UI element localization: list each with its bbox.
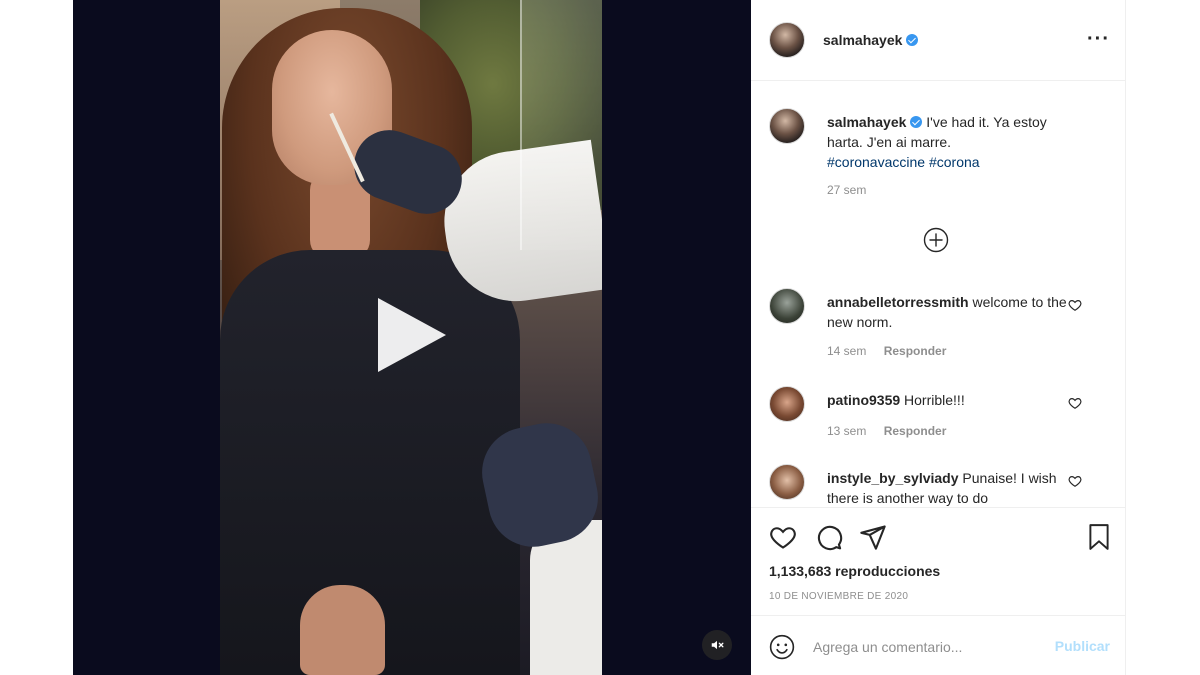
comment-username[interactable]: annabelletorressmith <box>827 294 969 310</box>
post-date[interactable]: 10 DE NOVIEMBRE DE 2020 <box>769 591 908 602</box>
comment-username[interactable]: instyle_by_sylviady <box>827 470 959 486</box>
comment-text: Horrible!!! <box>904 392 965 408</box>
woman-hand <box>300 585 385 675</box>
verified-badge-icon <box>910 116 923 128</box>
comment-time[interactable]: 14 sem <box>827 344 866 358</box>
add-comment-bar: Publicar <box>751 615 1126 675</box>
emoji-icon[interactable] <box>769 634 795 660</box>
like-comment-heart-icon[interactable] <box>1068 396 1082 410</box>
avatar[interactable] <box>769 386 805 422</box>
avatar[interactable] <box>769 288 805 324</box>
comment-username[interactable]: patino9359 <box>827 392 900 408</box>
video-panel[interactable] <box>73 0 751 675</box>
play-icon[interactable] <box>378 298 446 372</box>
header-username[interactable]: salmahayek <box>823 32 902 48</box>
comment-input[interactable] <box>813 636 1043 658</box>
load-more-comments-icon[interactable] <box>923 227 949 253</box>
reply-button[interactable]: Responder <box>884 344 947 358</box>
mute-button[interactable] <box>702 630 732 660</box>
avatar[interactable] <box>769 464 805 500</box>
more-options-icon[interactable]: ··· <box>1087 29 1110 49</box>
reply-button[interactable]: Responder <box>884 424 947 438</box>
header-user: salmahayek <box>823 32 919 50</box>
share-send-icon[interactable] <box>859 523 887 551</box>
caption-meta: 27 sem <box>827 183 880 197</box>
publish-button[interactable]: Publicar <box>1055 638 1110 654</box>
comment-bubble-icon[interactable] <box>815 523 843 551</box>
caption-text-block: salmahayek I've had it. Ya estoy harta. … <box>827 112 1082 172</box>
face-shield <box>520 0 602 250</box>
avatar[interactable] <box>769 108 805 144</box>
hashtag-link[interactable]: #corona <box>929 154 980 170</box>
comment-meta: 13 sem Responder <box>827 424 960 438</box>
view-count[interactable]: 1,133,683 reproducciones <box>769 563 940 579</box>
comment-text-block: patino9359 Horrible!!! <box>827 390 1082 410</box>
comment-time[interactable]: 13 sem <box>827 424 866 438</box>
avatar[interactable] <box>769 22 805 58</box>
hashtag-link[interactable]: #coronavaccine <box>827 154 925 170</box>
speaker-muted-icon <box>711 640 724 650</box>
like-heart-icon[interactable] <box>769 523 797 551</box>
comment-meta: 14 sem Responder <box>827 344 960 358</box>
bookmark-save-icon[interactable] <box>1086 523 1112 551</box>
caption-username[interactable]: salmahayek <box>827 114 906 130</box>
post-sidebar: salmahayek ··· salmahayek I've had it. Y… <box>751 0 1126 675</box>
like-comment-heart-icon[interactable] <box>1068 474 1082 488</box>
post-header: salmahayek ··· <box>751 0 1126 81</box>
comment-text-block: annabelletorressmith welcome to the new … <box>827 292 1082 332</box>
like-comment-heart-icon[interactable] <box>1068 298 1082 312</box>
comments-list[interactable]: salmahayek I've had it. Ya estoy harta. … <box>751 82 1126 507</box>
verified-badge-icon <box>906 34 919 46</box>
comment-text-block: instyle_by_sylviady Punaise! I wish ther… <box>827 468 1082 507</box>
post-actions: 1,133,683 reproducciones 10 DE NOVIEMBRE… <box>751 507 1126 615</box>
caption-time[interactable]: 27 sem <box>827 183 866 197</box>
